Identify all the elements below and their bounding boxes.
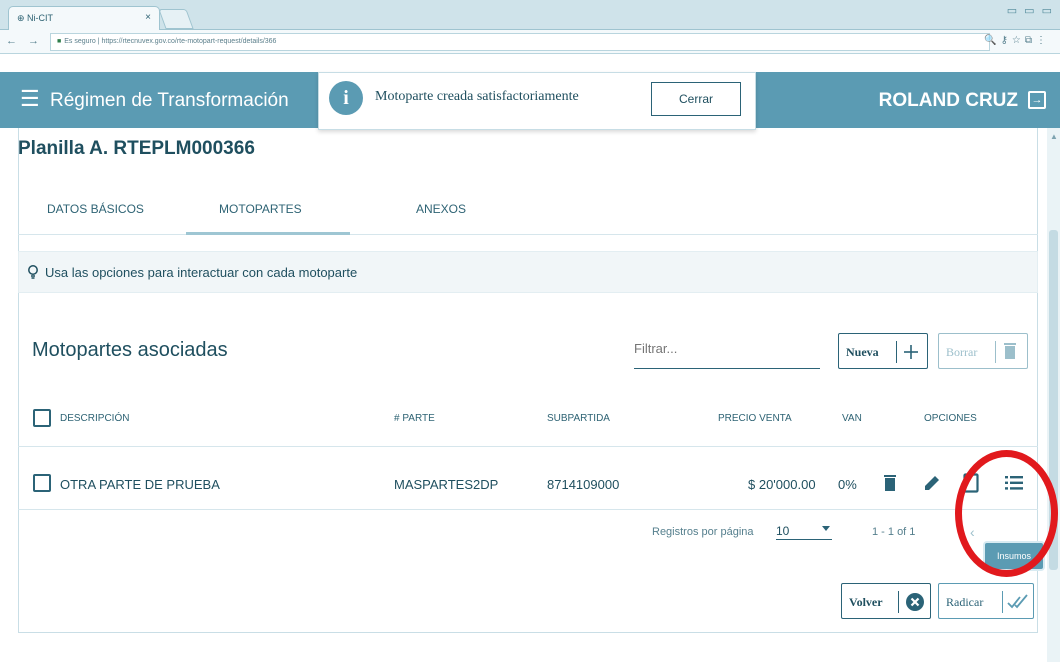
lock-icon: ■ [57, 38, 62, 45]
column-header-van[interactable]: VAN [842, 413, 862, 424]
plus-icon [904, 345, 918, 359]
logout-icon[interactable]: → [1028, 91, 1046, 109]
table-header: DESCRIPCIÓN # PARTE SUBPARTIDA PRECIO VE… [18, 395, 1038, 447]
secure-label: Es seguro [64, 38, 96, 45]
toast-close-button[interactable]: Cerrar [651, 82, 741, 116]
cell-parte: MASPARTES2DP [394, 477, 499, 492]
delete-button[interactable]: Borrar [938, 333, 1028, 369]
new-button-label: Nueva [846, 345, 879, 359]
url-input[interactable]: ■ Es seguro | https://rtecnuvex.gov.co/rt… [50, 33, 990, 51]
delete-button-label: Borrar [946, 345, 978, 359]
browser-tab[interactable]: ⊕ Ni-CIT × [8, 6, 160, 30]
column-header-descripcion[interactable]: DESCRIPCIÓN [60, 413, 129, 424]
extension-icon[interactable]: ⧉ [1025, 35, 1036, 46]
info-icon: i [329, 81, 363, 115]
back-button[interactable]: Volver [841, 583, 931, 619]
tab-favicon-icon: ⊕ [17, 13, 28, 23]
pagination-label: Registros por página [652, 526, 754, 538]
page-top-spacer [0, 54, 1060, 72]
double-check-icon [1007, 594, 1028, 609]
star-icon[interactable]: ☆ [1012, 35, 1025, 46]
edit-pencil-icon[interactable] [923, 474, 941, 492]
user-name: ROLAND CRUZ [878, 90, 1018, 111]
filter-field[interactable] [634, 333, 820, 369]
button-divider [1002, 591, 1003, 613]
lightbulb-icon [28, 265, 38, 279]
zoom-icon[interactable]: 🔍 [984, 35, 1000, 46]
filter-input[interactable] [634, 341, 814, 356]
cell-van: 0% [838, 477, 857, 492]
toast-message: Motoparte creada satisfactoriamente [375, 89, 579, 104]
browser-tab-bar: ⊕ Ni-CIT × ▭ ▭ ▭ [0, 0, 1060, 30]
tab-anexos[interactable]: ANEXOS [416, 202, 466, 216]
trash-icon [1004, 343, 1016, 359]
new-button[interactable]: Nueva [838, 333, 928, 369]
column-header-parte[interactable]: # PARTE [394, 413, 435, 424]
cell-descripcion: OTRA PARTE DE PRUEBA [60, 477, 220, 492]
success-toast: i Motoparte creada satisfactoriamente Ce… [318, 72, 756, 130]
column-header-precio-venta[interactable]: PRECIO VENTA [718, 413, 792, 424]
address-bar-icons[interactable]: 🔍⚷☆⧉⋮ [984, 35, 1050, 46]
column-header-subpartida[interactable]: SUBPARTIDA [547, 413, 610, 424]
window-controls[interactable]: ▭ ▭ ▭ [1007, 4, 1054, 17]
menu-dots-icon[interactable]: ⋮ [1036, 35, 1050, 46]
hint-banner: Usa las opciones para interactuar con ca… [18, 251, 1038, 293]
close-circle-icon [906, 593, 924, 611]
dropdown-arrow-icon [822, 526, 830, 531]
trash-icon[interactable] [883, 474, 897, 492]
cell-subpartida: 8714109000 [547, 477, 620, 492]
hamburger-menu-icon[interactable]: ☰ [20, 86, 40, 112]
app-title: Régimen de Transformación [50, 90, 289, 111]
submit-button[interactable]: Radicar [938, 583, 1034, 619]
submit-button-label: Radicar [946, 595, 984, 609]
row-checkbox[interactable] [33, 474, 51, 492]
column-header-opciones: OPCIONES [924, 413, 977, 424]
tab-title: Ni-CIT [27, 13, 54, 23]
address-bar: ← → C ■ Es seguro | https://rtecnuvex.gov… [0, 30, 1060, 54]
new-tab-button[interactable] [158, 9, 194, 29]
page-title: Planilla A. RTEPLM000366 [18, 138, 255, 157]
section-title: Motopartes asociadas [32, 339, 228, 361]
per-page-value: 10 [776, 524, 790, 538]
scroll-up-icon[interactable]: ▲ [1050, 132, 1058, 141]
active-tab-indicator [186, 232, 350, 235]
cell-precio-venta: $ 20'000.00 [748, 477, 816, 492]
button-divider [898, 591, 899, 613]
url-text: https://rtecnuvex.gov.co/rte-motopart-re… [101, 38, 277, 45]
tab-motopartes[interactable]: MOTOPARTES [219, 202, 302, 216]
highlight-circle [955, 450, 1058, 577]
select-all-checkbox[interactable] [33, 409, 51, 427]
table-row[interactable]: OTRA PARTE DE PRUEBA MASPARTES2DP 871410… [18, 460, 1038, 510]
app-window: ⊕ Ni-CIT × ▭ ▭ ▭ ← → C ■ Es seguro | http… [0, 0, 1060, 662]
button-divider [995, 341, 996, 363]
key-icon[interactable]: ⚷ [1001, 35, 1012, 46]
back-button-label: Volver [849, 595, 883, 609]
button-divider [896, 341, 897, 363]
tab-datos-basicos[interactable]: DATOS BÁSICOS [47, 202, 144, 216]
per-page-select[interactable]: 10 [776, 518, 832, 540]
tab-close-icon[interactable]: × [145, 12, 151, 23]
pagination: Registros por página 10 1 - 1 of 1 ‹ [18, 510, 1038, 556]
pagination-range: 1 - 1 of 1 [872, 526, 916, 538]
hint-text: Usa las opciones para interactuar con ca… [45, 265, 358, 280]
tab-bar: DATOS BÁSICOS MOTOPARTES ANEXOS [18, 185, 1038, 235]
